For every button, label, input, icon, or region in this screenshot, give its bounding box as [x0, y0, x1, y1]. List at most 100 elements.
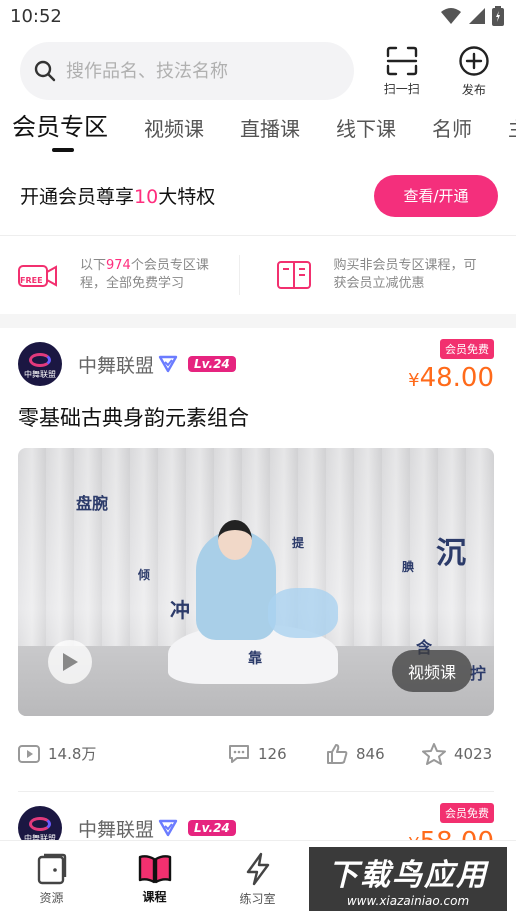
video-type-tag: 视频课	[391, 650, 472, 692]
thumb-ink-text: 盘腕	[76, 494, 109, 513]
app-screen: 10:52 扫一扫 发布 会员专区 视频课 直播课 线下课 名师 主	[0, 0, 516, 918]
open-membership-button[interactable]: 查看/开通	[374, 174, 498, 217]
course-stats: 14.8万 126 846 4023	[18, 716, 494, 792]
publish-button[interactable]: 发布	[450, 45, 498, 98]
search-box[interactable]	[20, 42, 354, 100]
battery-icon	[492, 6, 504, 26]
scan-icon	[386, 46, 417, 75]
likes-count: 846	[356, 744, 385, 763]
tab-offline-course[interactable]: 线下课	[336, 113, 396, 156]
play-icon	[63, 653, 78, 671]
comment-icon	[228, 744, 250, 764]
perk-free-count: 974	[106, 258, 131, 273]
tab-video-course[interactable]: 视频课	[144, 113, 204, 156]
stat-comments[interactable]: 126	[228, 744, 326, 764]
thumb-ink-text: 靠	[248, 651, 262, 667]
dancer-head	[218, 520, 252, 560]
lightning-icon	[246, 852, 269, 886]
verified-icon	[158, 355, 178, 373]
open-book-icon	[138, 855, 171, 884]
nav-label: 练习室	[239, 892, 276, 906]
nav-item-courses[interactable]: 课程	[103, 841, 206, 918]
price-symbol: ¥	[408, 370, 420, 391]
perk-discount[interactable]: 购买非会员专区课程，可获会员立减优惠	[277, 257, 498, 293]
nav-item-resources[interactable]: 资源	[0, 841, 103, 918]
avatar-logo-mark	[29, 352, 51, 367]
add-circle-icon	[459, 45, 489, 76]
author-name[interactable]: 中舞联盟	[78, 351, 154, 378]
tab-more[interactable]: 主	[508, 113, 516, 156]
play-count-icon	[18, 744, 40, 763]
member-title-count: 10	[134, 186, 159, 208]
perk-discount-text: 购买非会员专区课程，可获会员立减优惠	[333, 258, 477, 291]
free-video-icon: FREE	[18, 265, 57, 287]
level-badge: Lv.24	[188, 356, 236, 372]
course-card[interactable]: 中舞联盟 中舞联盟 Lv.24 会员免费 ¥48.00 零基础古典身韵元素组合 …	[0, 328, 516, 792]
book-icon	[277, 261, 312, 289]
perk-free-courses[interactable]: FREE 以下974个会员专区课程，全部免费学习	[18, 257, 239, 293]
tab-famous-teacher[interactable]: 名师	[432, 113, 472, 156]
like-icon	[326, 743, 348, 764]
header: 扫一扫 发布	[0, 32, 516, 102]
thumb-ink-text: 腆	[402, 560, 415, 574]
course-price: ¥48.00	[408, 363, 494, 393]
thumb-ink-text: 倾	[138, 568, 151, 582]
member-free-badge: 会员免费	[440, 339, 494, 359]
avatar-logo-mark	[29, 816, 51, 831]
member-banner: 开通会员尊享10大特权 查看/开通	[0, 156, 516, 236]
nav-label: 课程	[142, 890, 167, 904]
free-icon-text: FREE	[20, 276, 43, 285]
author-name[interactable]: 中舞联盟	[78, 815, 154, 842]
thumb-ink-text: 沉	[436, 536, 466, 571]
plays-count: 14.8万	[48, 745, 97, 763]
thumb-ink-text: 拧	[470, 664, 487, 683]
search-icon	[34, 60, 56, 82]
verified-icon	[158, 819, 178, 837]
status-time: 10:52	[10, 5, 62, 27]
stat-plays: 14.8万	[18, 743, 228, 764]
member-title-prefix: 开通会员尊享	[20, 186, 135, 208]
tab-member-zone[interactable]: 会员专区	[12, 107, 108, 156]
status-bar: 10:52	[0, 0, 516, 32]
status-icons	[440, 6, 504, 26]
favorites-count: 4023	[454, 744, 493, 763]
course-thumbnail[interactable]: 盘腕 提 沉 腆 冲 靠 含 拧 倾 视频课	[18, 448, 494, 716]
dancer-sleeve	[268, 588, 338, 638]
play-button[interactable]	[48, 640, 92, 684]
watermark-url: www.xiazainiao.com	[346, 894, 470, 908]
scan-button[interactable]: 扫一扫	[378, 46, 426, 97]
thumb-ink-text: 提	[292, 536, 305, 550]
search-input[interactable]	[66, 60, 336, 82]
price-block: 会员免费 ¥48.00	[408, 338, 494, 393]
course-card-header: 中舞联盟 中舞联盟 Lv.24 会员免费 ¥48.00	[18, 328, 494, 400]
section-gap	[0, 314, 516, 328]
resource-icon	[37, 853, 66, 885]
perk-free-text: 以下974个会员专区课程，全部免费学习	[80, 257, 230, 293]
watermark-title: 下载鸟应用	[328, 858, 488, 893]
nav-item-practice-room[interactable]: 练习室	[206, 841, 309, 918]
avatar-label: 中舞联盟	[24, 369, 56, 379]
signal-icon	[469, 8, 485, 24]
member-perks: FREE 以下974个会员专区课程，全部免费学习 购买非会员专区课程，可获会员立…	[0, 236, 516, 314]
perk-free-prefix: 以下	[80, 258, 107, 273]
star-icon	[422, 742, 446, 765]
price-value: 48.00	[419, 363, 494, 393]
tab-live-course[interactable]: 直播课	[240, 113, 300, 156]
publish-label: 发布	[461, 82, 486, 97]
level-badge: Lv.24	[188, 820, 236, 836]
wifi-icon	[441, 8, 461, 24]
course-title[interactable]: 零基础古典身韵元素组合	[18, 402, 494, 432]
watermark-logo: 下载鸟应用 www.xiazainiao.com	[306, 844, 510, 914]
stat-favorites[interactable]: 4023	[422, 742, 493, 765]
member-title: 开通会员尊享10大特权	[20, 182, 215, 209]
thumb-ink-text: 冲	[170, 598, 190, 622]
stat-likes[interactable]: 846	[326, 743, 422, 764]
perk-divider	[238, 255, 240, 295]
avatar[interactable]: 中舞联盟	[18, 342, 62, 386]
member-free-badge: 会员免费	[440, 803, 494, 823]
member-title-suffix: 大特权	[158, 186, 216, 208]
nav-label: 资源	[39, 891, 64, 905]
category-tabs: 会员专区 视频课 直播课 线下课 名师 主	[0, 102, 516, 156]
scan-label: 扫一扫	[383, 81, 420, 96]
comments-count: 126	[258, 744, 287, 763]
